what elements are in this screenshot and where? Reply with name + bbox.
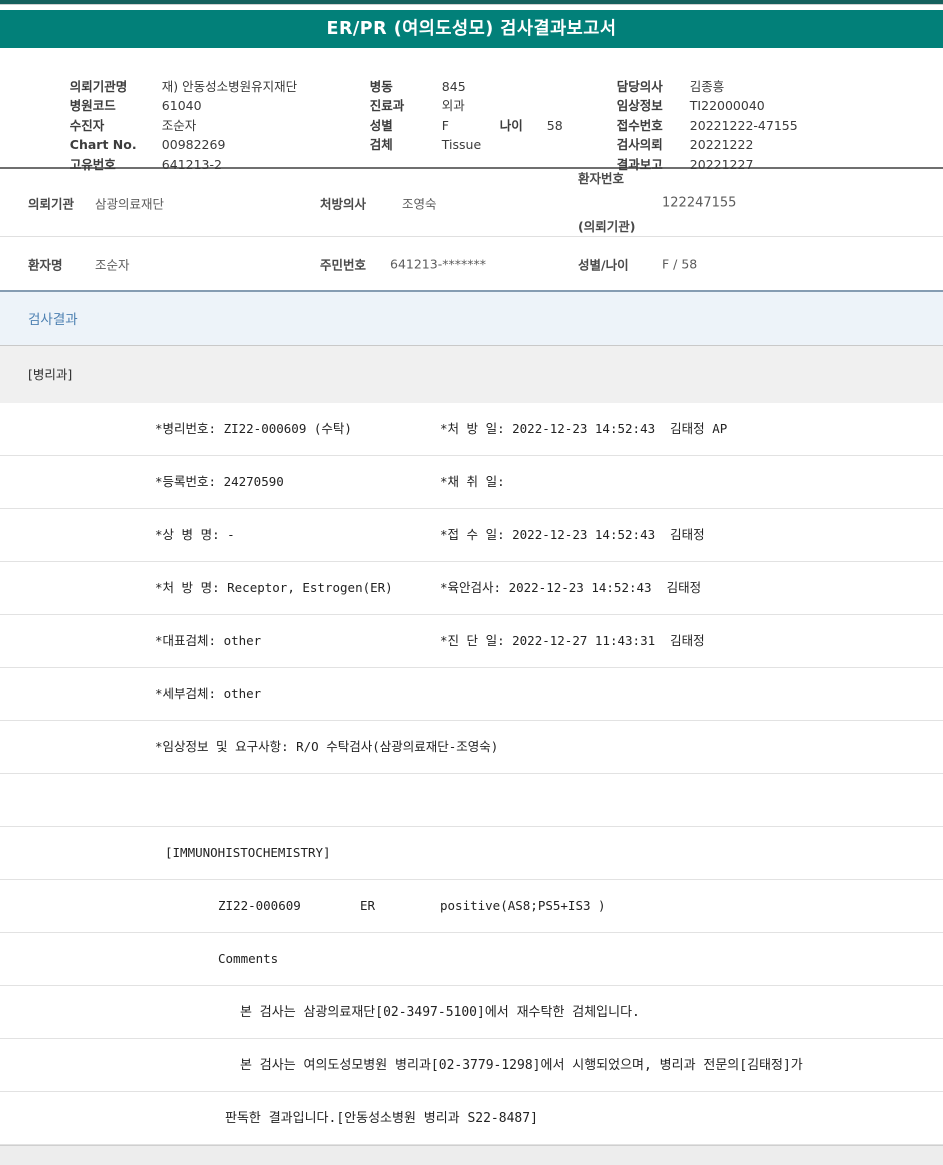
sub-specimen-row: *세부검체: other [0, 668, 943, 721]
department-banner: [병리과] [0, 346, 943, 403]
comment-line-3-row: 판독한 결과입니다.[안동성소병원 병리과 S22-8487] [0, 1092, 943, 1145]
ihc-test-name: ER [360, 880, 375, 932]
results-section-header: 검사결과 [0, 292, 943, 346]
sex-age-summary-label: 성별/나이 [578, 254, 629, 273]
ihc-header-row: [IMMUNOHISTOCHEMISTRY] [0, 827, 943, 880]
clinical-info-request-field: *임상정보 및 요구사항: R/O 수탁검사(삼광의료재단-조영숙) [155, 739, 498, 754]
sex-label: 성별 [370, 116, 442, 136]
patient-header: 의뢰기관명재) 안동성소병원유지재단 병원코드61040 수진자조순자 Char… [0, 55, 943, 167]
comment-line-1-row: 본 검사는 삼광의료재단[02-3497-5100]에서 재수탁한 검체입니다. [0, 986, 943, 1039]
comment-line-1: 본 검사는 삼광의료재단[02-3497-5100]에서 재수탁한 검체입니다. [240, 1005, 640, 1020]
gross-exam-field: *육안검사: 2022-12-23 14:52:43 김태정 [440, 562, 701, 614]
age-value: 58 [547, 118, 563, 133]
patient-no-label-line1: 환자번호 [578, 171, 635, 187]
org-name-value: 재) 안동성소병원유지재단 [162, 79, 297, 94]
resident-no-label: 주민번호 [320, 254, 366, 273]
org-name-label: 의뢰기관명 [70, 77, 162, 97]
ward-label: 병동 [370, 77, 442, 97]
examinee-label: 수진자 [70, 116, 162, 136]
referrer-org-label: 의뢰기관 [28, 193, 74, 212]
comment-line-2: 본 검사는 여의도성모병원 병리과[02-3779-1298]에서 시행되었으며… [240, 1058, 803, 1073]
representative-specimen-field: *대표검체: other [155, 633, 261, 648]
comment-line-3: 판독한 결과입니다.[안동성소병원 병리과 S22-8487] [225, 1111, 538, 1126]
ihc-result-row: ZI22-000609 ER positive(AS8;PS5+IS3 ) [0, 880, 943, 933]
department-label: 진료과 [370, 96, 442, 116]
comments-header-row: Comments [0, 933, 943, 986]
diagnosis-date-field: *진 단 일: 2022-12-27 11:43:31 김태정 [440, 615, 705, 667]
ihc-section-title: [IMMUNOHISTOCHEMISTRY] [165, 845, 331, 860]
top-accent-strip [0, 0, 943, 5]
clinical-info-label: 임상정보 [617, 96, 690, 116]
header-left-column: 의뢰기관명재) 안동성소병원유지재단 병원코드61040 수진자조순자 Char… [38, 57, 297, 155]
ihc-result-value: positive(AS8;PS5+IS3 ) [440, 880, 606, 932]
diagnosis-name-field: *상 병 명: - [155, 527, 235, 542]
header-middle-column: 병동845 진료과외과 성별F나이58 검체Tissue [338, 57, 563, 135]
ward-row: 병동845 [338, 57, 563, 77]
registration-no-collection-date-row: *등록번호: 24270590 *채 취 일: [0, 456, 943, 509]
results-section-title: 검사결과 [28, 312, 78, 328]
attending-doctor-value: 김종흥 [690, 79, 725, 94]
footer-bar [0, 1145, 943, 1165]
diagnosis-name-receipt-date-row: *상 병 명: - *접 수 일: 2022-12-23 14:52:43 김태… [0, 509, 943, 562]
receipt-date-field: *접 수 일: 2022-12-23 14:52:43 김태정 [440, 509, 705, 561]
department-value: 외과 [442, 98, 465, 113]
chart-no-label: Chart No. [70, 135, 162, 155]
prescribing-doctor-value: 조영숙 [402, 193, 437, 212]
comments-title: Comments [218, 951, 278, 966]
specimen-value: Tissue [442, 137, 481, 152]
resident-no-value: 641213-******* [390, 256, 486, 271]
order-name-field: *처 방 명: Receptor, Estrogen(ER) [155, 580, 393, 595]
specimen-label: 검체 [370, 135, 442, 155]
patient-name-row: 환자명 조순자 주민번호 641213-******* 성별/나이 F / 58 [0, 237, 943, 290]
patient-name-label: 환자명 [28, 254, 63, 273]
attending-doctor-label: 담당의사 [617, 77, 690, 97]
pathology-department-label: [병리과] [28, 367, 72, 382]
org-name-row: 의뢰기관명재) 안동성소병원유지재단 [38, 57, 297, 77]
registration-no-field: *등록번호: 24270590 [155, 474, 284, 489]
pathology-no-field: *병리번호: ZI22-000609 (수탁) [155, 421, 352, 436]
request-date-value: 20221222 [690, 137, 754, 152]
report-title-bar: ER/PR (여의도성모) 검사결과보고서 [0, 10, 943, 48]
referrer-org-value: 삼광의료재단 [95, 193, 164, 212]
report-title: ER/PR (여의도성모) 검사결과보고서 [326, 19, 616, 39]
patient-no-label-line2: (의뢰기관) [578, 219, 635, 235]
collection-date-field: *채 취 일: [440, 456, 505, 508]
comment-line-2-row: 본 검사는 여의도성모병원 병리과[02-3779-1298]에서 시행되었으며… [0, 1039, 943, 1092]
referrer-row: 의뢰기관 삼광의료재단 처방의사 조영숙 환자번호 (의뢰기관) 1222471… [0, 169, 943, 237]
chart-no-value: 00982269 [162, 137, 226, 152]
patient-no-value: 122247155 [662, 195, 736, 210]
pathology-no-order-date-row: *병리번호: ZI22-000609 (수탁) *처 방 일: 2022-12-… [0, 403, 943, 456]
accession-no-label: 접수번호 [617, 116, 690, 136]
clinical-info-value: TI22000040 [690, 98, 765, 113]
spacer-row [0, 774, 943, 827]
clinical-info-request-row: *임상정보 및 요구사항: R/O 수탁검사(삼광의료재단-조영숙) [0, 721, 943, 774]
ward-value: 845 [442, 79, 466, 94]
sex-value: F [442, 116, 500, 136]
sub-specimen-field: *세부검체: other [155, 686, 261, 701]
sex-age-summary-value: F / 58 [662, 256, 697, 271]
accession-no-value: 20221222-47155 [690, 118, 798, 133]
report-page: ER/PR (여의도성모) 검사결과보고서 의뢰기관명재) 안동성소병원유지재단… [0, 0, 943, 1165]
representative-specimen-diagnosis-date-row: *대표검체: other *진 단 일: 2022-12-27 11:43:31… [0, 615, 943, 668]
order-name-gross-exam-row: *처 방 명: Receptor, Estrogen(ER) *육안검사: 20… [0, 562, 943, 615]
ihc-specimen-no: ZI22-000609 [218, 880, 301, 932]
attending-doctor-row: 담당의사김종흥 [585, 57, 798, 77]
examinee-value: 조순자 [162, 118, 197, 133]
order-date-field: *처 방 일: 2022-12-23 14:52:43 김태정 AP [440, 403, 727, 455]
hospital-code-label: 병원코드 [70, 96, 162, 116]
patient-name-value: 조순자 [95, 254, 130, 273]
age-label: 나이 [500, 116, 547, 136]
patient-summary-table: 의뢰기관 삼광의료재단 처방의사 조영숙 환자번호 (의뢰기관) 1222471… [0, 169, 943, 290]
hospital-code-value: 61040 [162, 98, 202, 113]
prescribing-doctor-label: 처방의사 [320, 193, 366, 212]
